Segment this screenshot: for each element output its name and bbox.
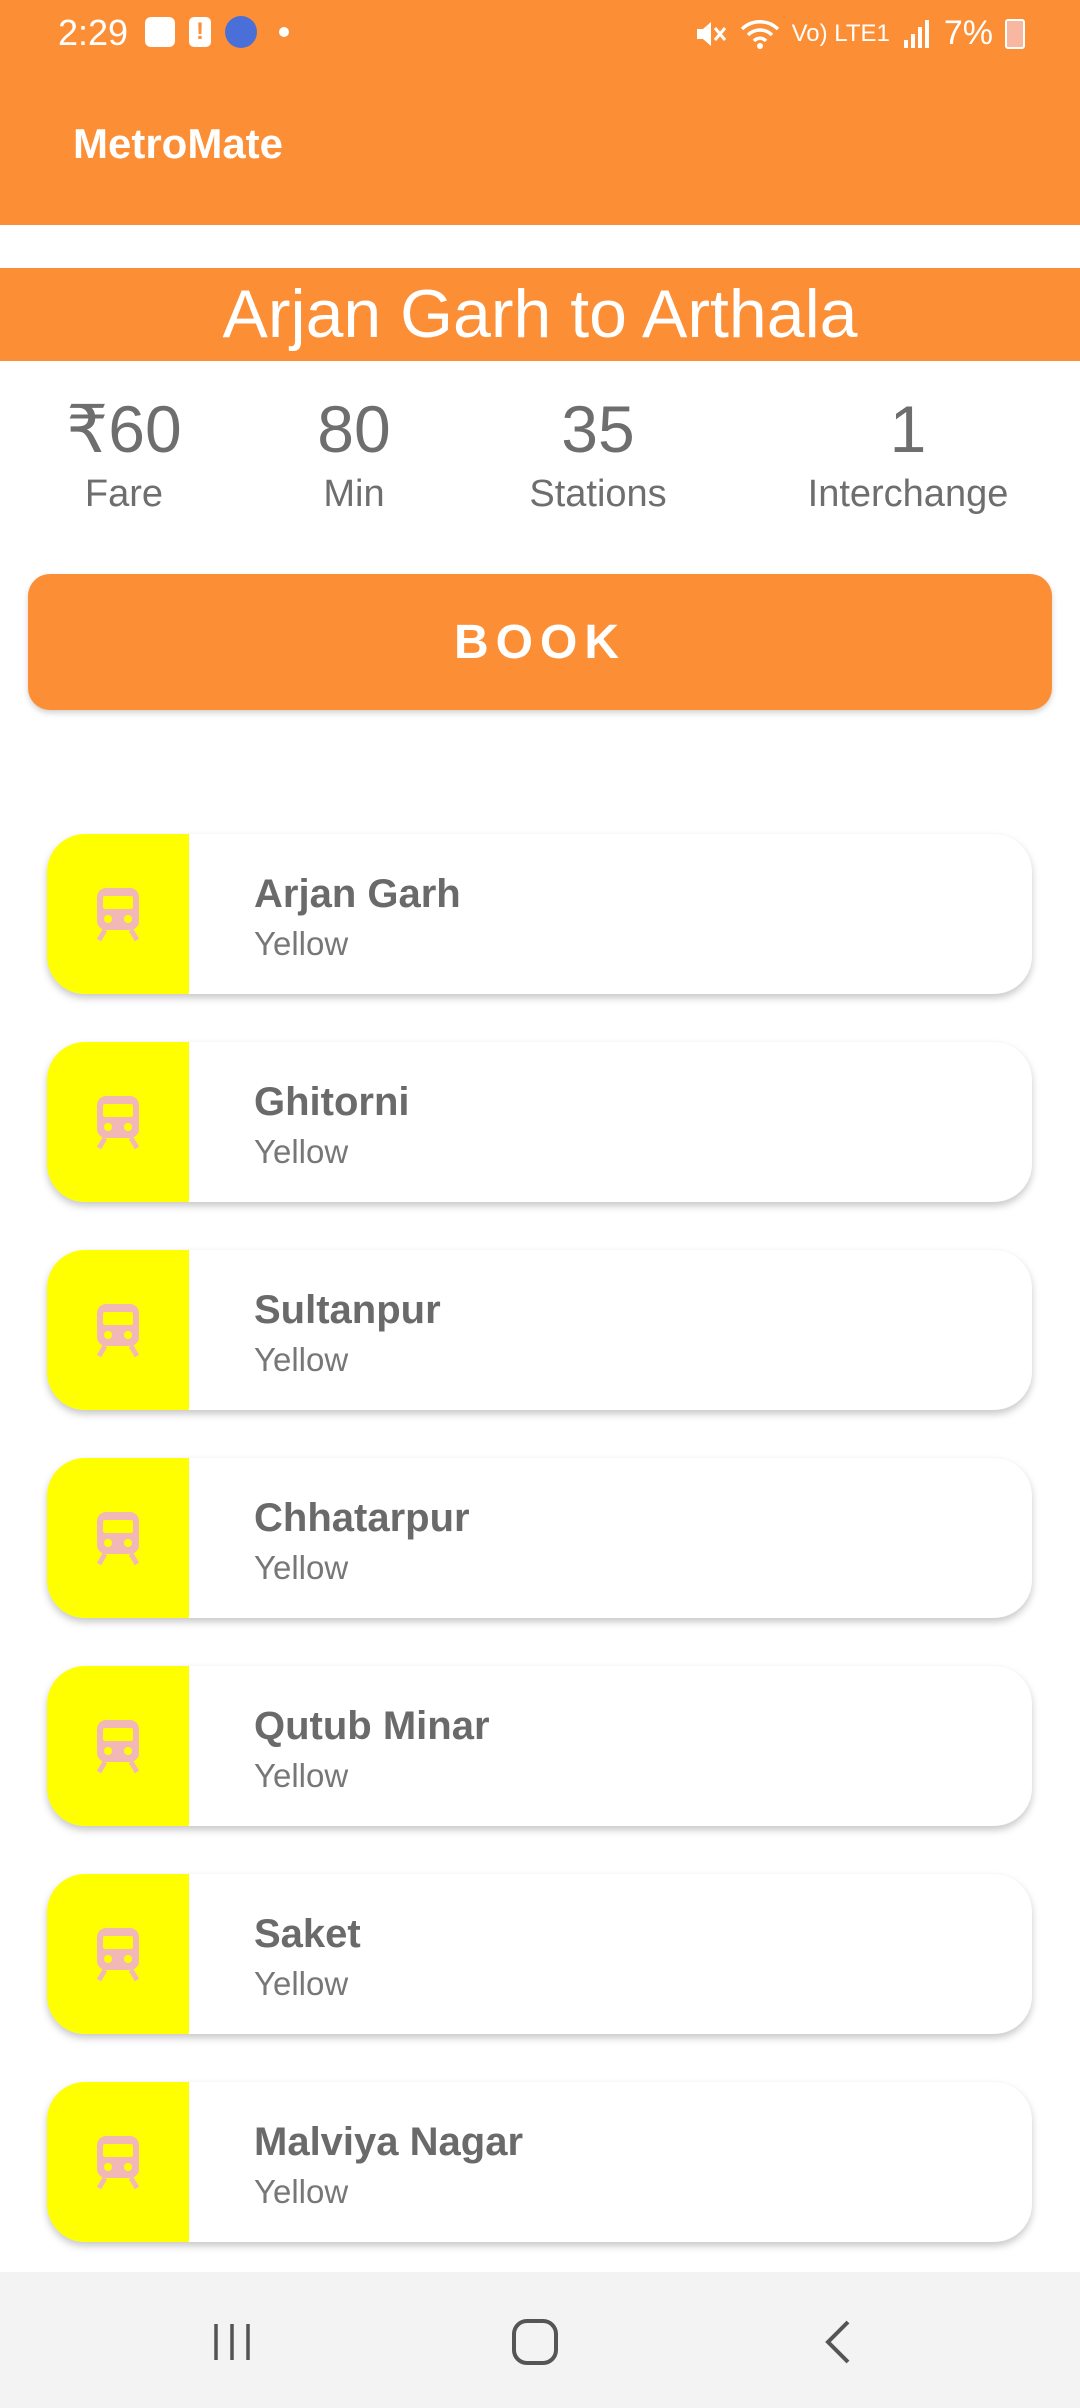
station-name: Sultanpur	[254, 1288, 441, 1332]
back-icon[interactable]	[808, 2312, 868, 2372]
station-line: Yellow	[254, 1757, 349, 1794]
station-name: Chhatarpur	[254, 1496, 470, 1540]
stat-label: Stations	[529, 473, 667, 515]
station-card[interactable]: Arjan Garh Yellow	[47, 834, 1032, 994]
station-card[interactable]: Ghitorni Yellow	[47, 1042, 1032, 1202]
stat-label: Fare	[84, 473, 164, 515]
station-name: Ghitorni	[254, 1080, 410, 1124]
status-time: 2:29	[58, 12, 129, 53]
station-list: Arjan Garh Yellow Ghitorni Yellow Sultan…	[47, 834, 1032, 2290]
line-color-stripe	[47, 1042, 189, 1202]
train-icon	[96, 1512, 140, 1566]
station-card[interactable]: Malviya Nagar Yellow	[47, 2082, 1032, 2242]
alert-icon: !	[189, 17, 211, 47]
train-icon	[96, 1928, 140, 1982]
route-title: Arjan Garh to Arthala	[0, 268, 1080, 361]
stat-value: ₹60	[66, 392, 182, 466]
station-card[interactable]: Qutub Minar Yellow	[47, 1666, 1032, 1826]
train-icon	[96, 2136, 140, 2190]
signal-icon	[903, 19, 929, 48]
station-line: Yellow	[254, 1341, 349, 1378]
stat-duration: 80 Min	[274, 390, 434, 520]
line-color-stripe	[47, 834, 189, 994]
stat-label: Min	[323, 473, 385, 515]
battery-icon	[1005, 18, 1025, 49]
battery-percent: 7%	[943, 14, 993, 52]
stat-value: 1	[889, 392, 927, 466]
stat-interchange: 1 Interchange	[778, 390, 1038, 520]
system-nav-bar	[0, 2272, 1080, 2408]
station-card[interactable]: Saket Yellow	[47, 1874, 1032, 2034]
book-button[interactable]: BOOK	[28, 574, 1052, 710]
station-name: Malviya Nagar	[254, 2120, 524, 2164]
station-card[interactable]: Chhatarpur Yellow	[47, 1458, 1032, 1618]
mute-icon	[696, 21, 726, 46]
stat-fare: ₹60 Fare	[44, 390, 204, 520]
more-notifications-icon	[279, 27, 289, 37]
line-color-stripe	[47, 1874, 189, 2034]
station-name: Qutub Minar	[254, 1704, 490, 1748]
station-line: Yellow	[254, 1549, 349, 1586]
notification-icons: !	[145, 16, 289, 48]
status-bar: 2:29 ! Vo) LTE1 7%	[0, 0, 1080, 68]
train-icon	[96, 1096, 140, 1150]
app-notification-icon	[225, 16, 257, 48]
station-line: Yellow	[254, 2173, 349, 2210]
station-line: Yellow	[254, 1133, 349, 1170]
station-name: Saket	[254, 1912, 361, 1956]
line-color-stripe	[47, 1458, 189, 1618]
wifi-icon	[740, 19, 779, 49]
stat-value: 35	[561, 392, 635, 466]
volte-label: Vo) LTE1	[791, 19, 890, 47]
system-icons: Vo) LTE1 7%	[694, 14, 1025, 53]
line-color-stripe	[47, 2082, 189, 2242]
home-icon[interactable]	[505, 2312, 565, 2372]
app-bar: 2:29 ! Vo) LTE1 7% MetroMate	[0, 0, 1080, 225]
app-title: MetroMate	[73, 120, 284, 167]
train-icon	[96, 1720, 140, 1774]
line-color-stripe	[47, 1666, 189, 1826]
train-icon	[96, 888, 140, 942]
recent-apps-icon[interactable]	[202, 2312, 262, 2372]
station-line: Yellow	[254, 1965, 349, 2002]
gallery-icon	[145, 17, 175, 47]
stat-stations: 35 Stations	[498, 390, 698, 520]
station-line: Yellow	[254, 925, 349, 962]
stat-label: Interchange	[807, 473, 1009, 515]
station-card[interactable]: Sultanpur Yellow	[47, 1250, 1032, 1410]
train-icon	[96, 1304, 140, 1358]
journey-stats: ₹60 Fare 80 Min 35 Stations 1 Interchang…	[0, 390, 1080, 540]
stat-value: 80	[317, 392, 391, 466]
station-name: Arjan Garh	[254, 872, 461, 916]
line-color-stripe	[47, 1250, 189, 1410]
